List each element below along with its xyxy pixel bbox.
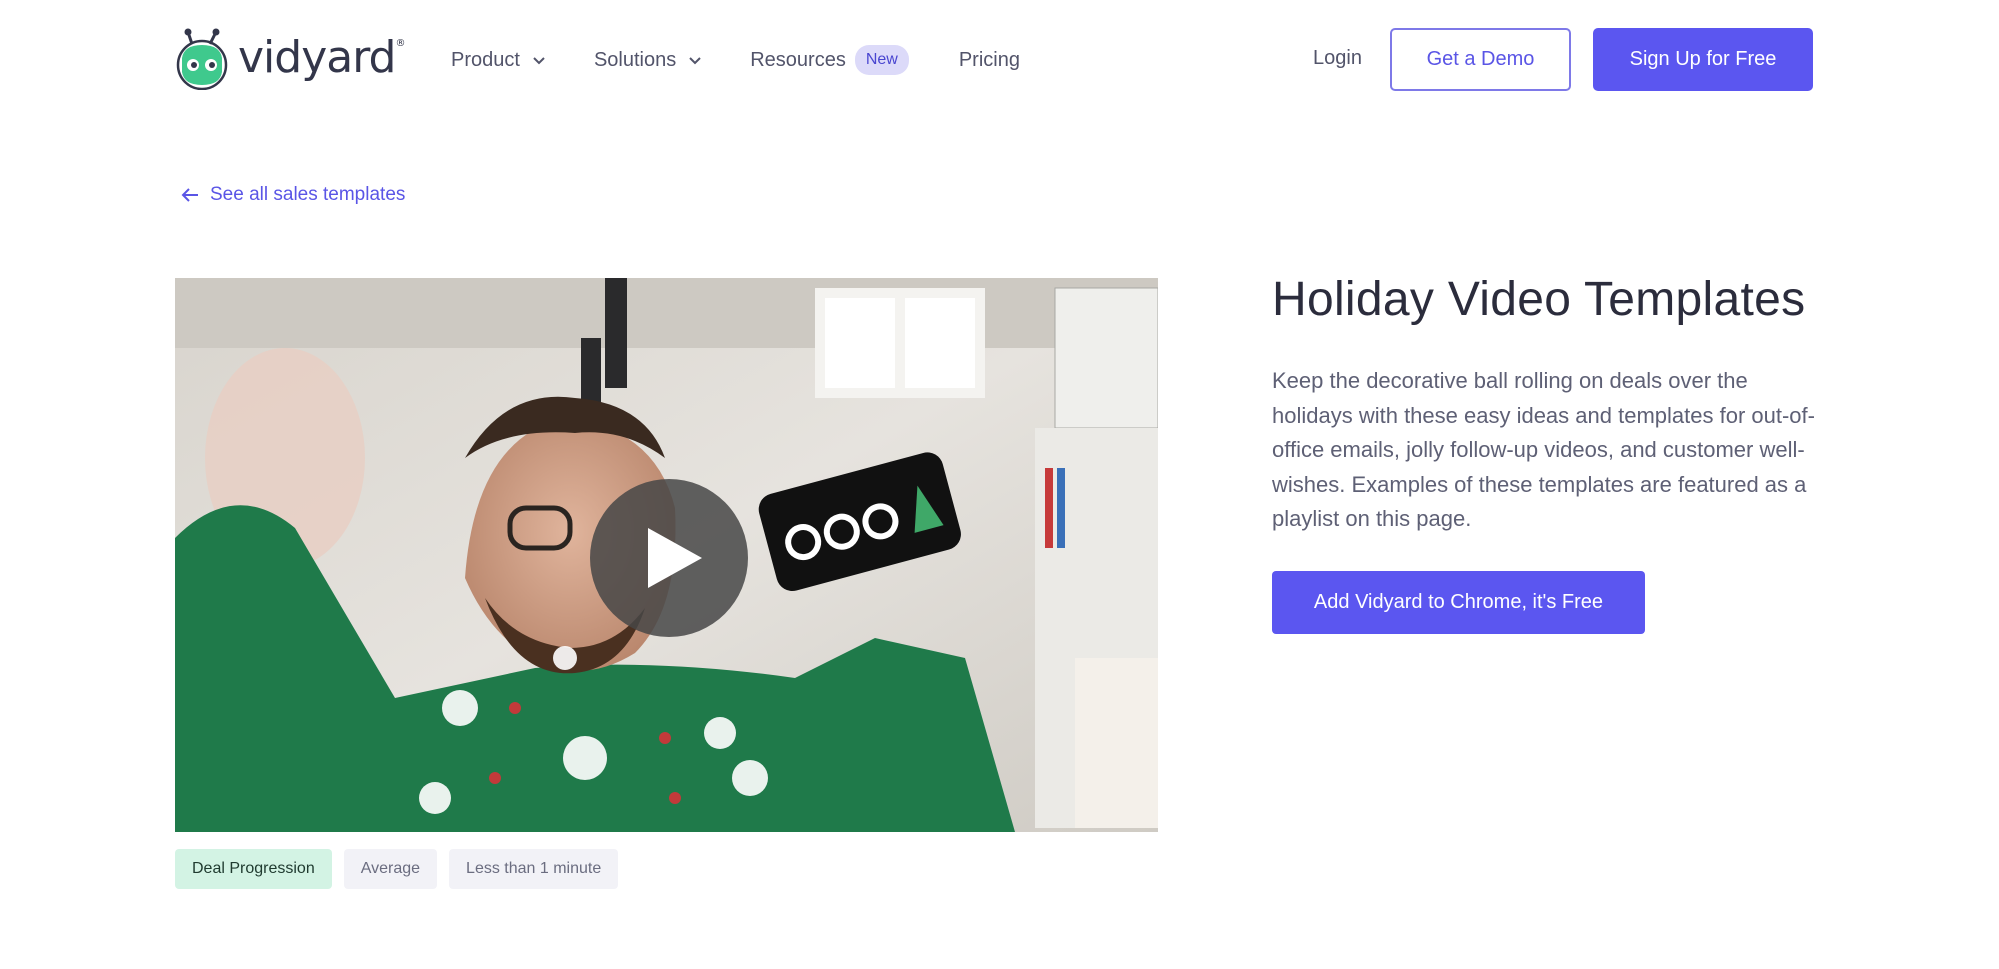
nav-solutions-label: Solutions: [593, 48, 677, 71]
nav-product[interactable]: Product: [451, 49, 546, 72]
arrow-left-icon: [181, 188, 198, 202]
nav-pricing-label: Pricing: [958, 48, 1020, 71]
tag-duration: Less than 1 minute: [449, 849, 619, 889]
chevron-down-icon: [533, 57, 545, 65]
main-nav: Product Solutions Resources New Pricing: [451, 42, 1020, 78]
template-tags: Deal Progression Average Less than 1 min…: [175, 849, 619, 889]
get-demo-button[interactable]: Get a Demo: [1390, 28, 1571, 91]
new-badge: New: [854, 45, 909, 75]
nav-product-label: Product: [451, 48, 520, 71]
tag-difficulty: Average: [343, 849, 438, 889]
logo-wordmark: vidyard®: [238, 31, 405, 83]
nav-resources-label: Resources: [750, 48, 846, 71]
chevron-down-icon: [689, 57, 701, 65]
page-title: Holiday Video Templates: [1272, 273, 1806, 326]
nav-resources[interactable]: Resources New: [750, 45, 909, 75]
play-button[interactable]: [590, 479, 748, 637]
vidyard-logo[interactable]: vidyard®: [174, 28, 405, 91]
vidyard-robot-icon: [174, 28, 232, 91]
page-description: Keep the decorative ball rolling on deal…: [1272, 368, 1815, 531]
back-link-label: See all sales templates: [210, 184, 406, 205]
sign-up-button[interactable]: Sign Up for Free: [1593, 28, 1813, 91]
tag-category: Deal Progression: [175, 849, 332, 889]
login-link[interactable]: Login: [1313, 47, 1362, 70]
play-icon: [648, 528, 702, 588]
nav-solutions[interactable]: Solutions: [594, 49, 702, 72]
back-to-templates-link[interactable]: See all sales templates: [180, 184, 405, 206]
add-to-chrome-button[interactable]: Add Vidyard to Chrome, it's Free: [1272, 571, 1645, 634]
video-player[interactable]: [175, 278, 1158, 832]
nav-pricing[interactable]: Pricing: [959, 49, 1020, 72]
registered-mark: ®: [395, 37, 405, 49]
site-header: vidyard® Product Solutions Resources New…: [0, 0, 1999, 120]
logo-text: vidyard: [238, 31, 396, 83]
